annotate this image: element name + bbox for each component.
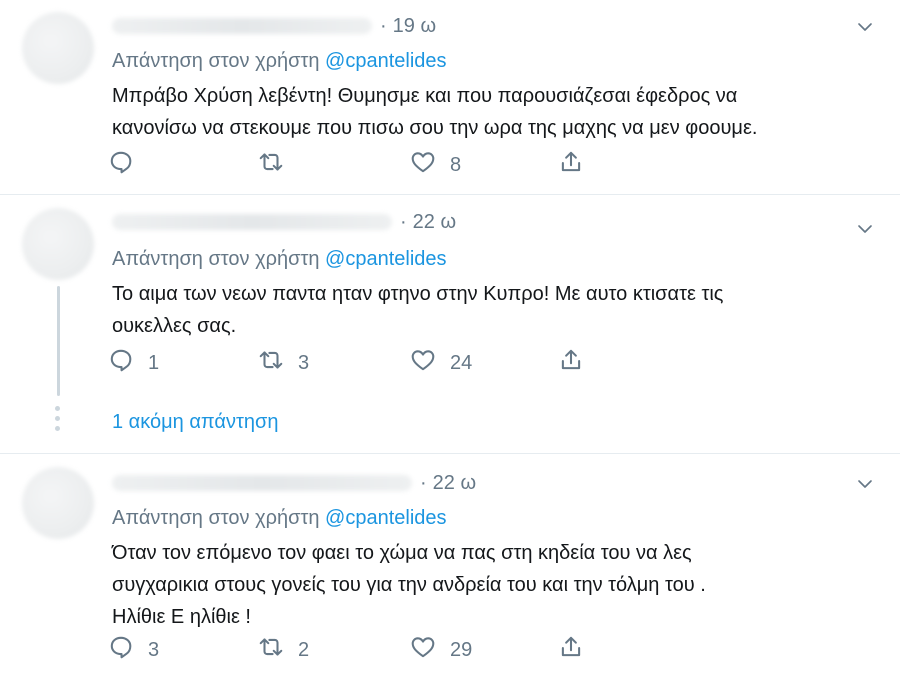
like-button[interactable]: 29: [410, 635, 472, 665]
like-button[interactable]: 8: [410, 150, 461, 180]
tweet-text-line: Μπράβο Χρύση λεβέντη! Θυμησμε και που πα…: [112, 85, 738, 107]
like-count: 8: [450, 153, 462, 176]
reply-to-line: Απάντηση στον χρήστη @cpantelides: [112, 248, 447, 271]
retweet-icon: [258, 149, 284, 181]
reply-icon: [108, 634, 134, 666]
chevron-down-icon[interactable]: [856, 18, 874, 36]
tweet-timestamp[interactable]: · 19 ω: [380, 15, 436, 38]
retweet-icon: [258, 634, 284, 666]
share-icon: [558, 149, 584, 181]
tweet-text-line: Ηλίθιε Ε ηλίθιε !: [112, 606, 251, 628]
tweet-timestamp[interactable]: · 22 ω: [420, 472, 476, 495]
mention-link[interactable]: @cpantelides: [325, 248, 446, 270]
redacted-username: [112, 475, 412, 491]
tweet-header: · 19 ω: [112, 12, 436, 40]
chevron-down-icon[interactable]: [856, 220, 874, 238]
retweet-icon: [258, 347, 284, 379]
reply-button[interactable]: [108, 150, 148, 180]
share-icon: [558, 347, 584, 379]
share-icon: [558, 634, 584, 666]
tweet[interactable]: · 22 ω Απάντηση στον χρήστη @cpantelides …: [0, 196, 900, 454]
tweet-text-line: κανονίσω να στεκουμε που πισω σου την ωρ…: [112, 117, 758, 139]
tweet-text: Μπράβο Χρύση λεβέντη! Θυμησμε και που πα…: [112, 80, 872, 144]
tweet-text-line: ουκελλες σας.: [112, 315, 237, 337]
thread-line: [57, 286, 60, 396]
like-button[interactable]: 24: [410, 348, 472, 378]
tweet-timestamp[interactable]: · 22 ω: [400, 211, 456, 234]
chevron-down-icon[interactable]: [856, 475, 874, 493]
reply-to-label: Απάντηση στον χρήστη: [112, 50, 320, 72]
mention-link[interactable]: @cpantelides: [325, 507, 446, 529]
retweet-count: 3: [298, 351, 310, 374]
share-button[interactable]: [558, 150, 584, 180]
tweet-actions: 1 3 24: [108, 348, 608, 378]
mention-link[interactable]: @cpantelides: [325, 50, 446, 72]
retweet-button[interactable]: 3: [258, 348, 309, 378]
heart-icon: [410, 634, 436, 666]
redacted-username: [112, 214, 392, 230]
tweet-header: · 22 ω: [112, 208, 456, 236]
redacted-username: [112, 18, 372, 34]
show-more-replies-link[interactable]: 1 ακόμη απάντηση: [112, 411, 278, 434]
thread-dots: [55, 406, 61, 431]
reply-icon: [108, 347, 134, 379]
share-button[interactable]: [558, 348, 584, 378]
reply-count: 3: [148, 638, 160, 661]
tweet[interactable]: · 22 ω Απάντηση στον χρήστη @cpantelides …: [0, 455, 900, 683]
heart-icon: [410, 149, 436, 181]
tweet-text: Το αιμα των νεων παντα ηταν φτηνο στην Κ…: [112, 278, 872, 342]
reply-count: 1: [148, 351, 160, 374]
reply-to-label: Απάντηση στον χρήστη: [112, 248, 320, 270]
avatar[interactable]: [22, 12, 94, 84]
tweet[interactable]: · 19 ω Απάντηση στον χρήστη @cpantelides …: [0, 0, 900, 195]
tweet-actions: 3 2 29: [108, 635, 608, 665]
avatar[interactable]: [22, 467, 94, 539]
like-count: 24: [450, 351, 473, 374]
tweet-text: Όταν τον επόμενο τον φαει το χώμα να πας…: [112, 537, 872, 633]
tweet-text-line: Το αιμα των νεων παντα ηταν φτηνο στην Κ…: [112, 283, 724, 305]
reply-to-line: Απάντηση στον χρήστη @cpantelides: [112, 50, 447, 73]
reply-button[interactable]: 3: [108, 635, 159, 665]
reply-button[interactable]: 1: [108, 348, 159, 378]
tweet-header: · 22 ω: [112, 469, 476, 497]
share-button[interactable]: [558, 635, 584, 665]
tweet-text-line: Όταν τον επόμενο τον φαει το χώμα να πας…: [112, 542, 692, 564]
retweet-button[interactable]: 2: [258, 635, 309, 665]
tweet-text-line: συγχαρικια στους γονείς του για την ανδρ…: [112, 574, 706, 596]
retweet-button[interactable]: [258, 150, 298, 180]
tweet-actions: 8: [108, 150, 608, 180]
retweet-count: 2: [298, 638, 310, 661]
avatar[interactable]: [22, 208, 94, 280]
reply-to-label: Απάντηση στον χρήστη: [112, 507, 320, 529]
like-count: 29: [450, 638, 473, 661]
reply-icon: [108, 149, 134, 181]
heart-icon: [410, 347, 436, 379]
reply-to-line: Απάντηση στον χρήστη @cpantelides: [112, 507, 447, 530]
